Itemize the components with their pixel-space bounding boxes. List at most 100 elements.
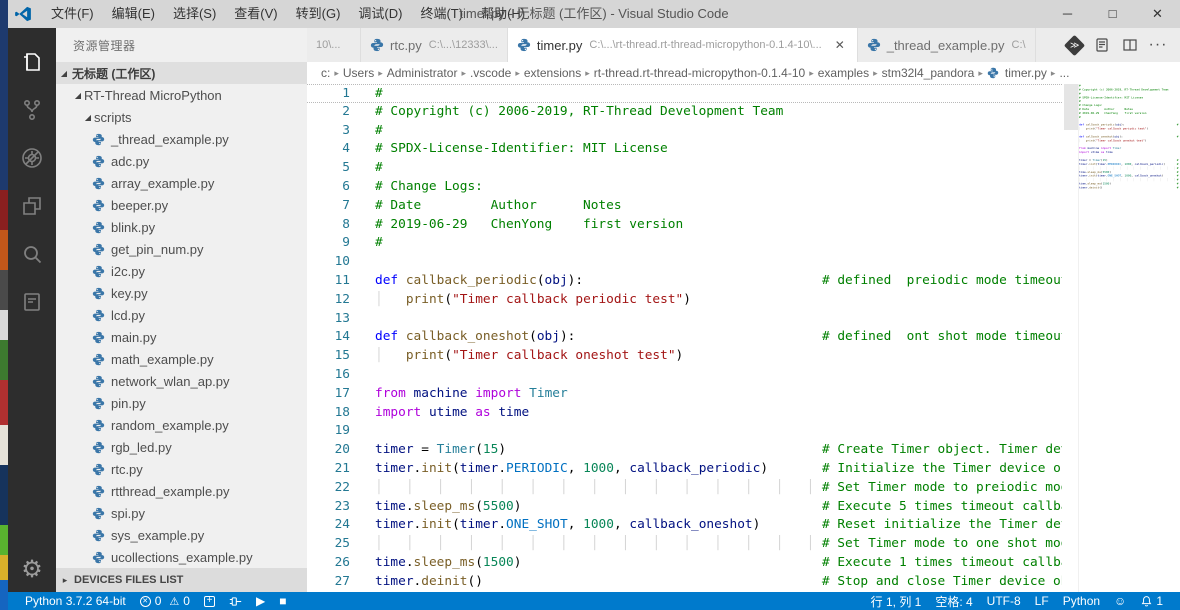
explorer-icon[interactable] (8, 38, 56, 86)
menu-item[interactable]: 转到(G) (287, 0, 350, 28)
preview-icon[interactable] (1088, 31, 1116, 59)
line-number: 6 (342, 178, 350, 194)
tree-file[interactable]: rgb_led.py (56, 436, 307, 458)
feedback-smiley-icon[interactable]: ☺ (1107, 592, 1133, 610)
rt-thread-view-icon[interactable] (8, 278, 56, 326)
minimize-button[interactable]: ─ (1045, 0, 1090, 28)
tree-file[interactable]: adc.py (56, 150, 307, 172)
python-file-icon (92, 551, 105, 563)
tree-file[interactable]: rtc.py (56, 458, 307, 480)
extensions-icon[interactable] (8, 182, 56, 230)
tree-file[interactable]: key.py (56, 282, 307, 304)
chevron-right-icon: ▸ (873, 67, 878, 78)
notifications-bell[interactable]: 1 (1133, 592, 1170, 610)
line-number: 17 (334, 385, 350, 401)
maximize-button[interactable]: □ (1090, 0, 1135, 28)
tree-file[interactable]: array_example.py (56, 172, 307, 194)
tree-file[interactable]: pin.py (56, 392, 307, 414)
source-control-icon[interactable] (8, 86, 56, 134)
menu-item[interactable]: 选择(S) (164, 0, 225, 28)
menu-item[interactable]: 编辑(E) (103, 0, 164, 28)
breadcrumb-tail[interactable]: ... (1057, 66, 1071, 80)
eol-sequence[interactable]: LF (1028, 592, 1056, 610)
code-line: 18 import utime as time (307, 404, 1062, 423)
chevron-collapsed-icon: ▸ (62, 574, 68, 585)
tree-file[interactable]: beeper.py (56, 194, 307, 216)
breadcrumb-item[interactable]: Administrator (385, 66, 460, 80)
line-number: 1 (342, 86, 350, 101)
code-line: 14 def callback_oneshot(obj): # defined o… (307, 328, 1062, 347)
warnings-count: 0 (183, 594, 190, 608)
tree-folder[interactable]: ◢ RT-Thread MicroPython (56, 84, 307, 106)
breadcrumb-item[interactable]: rt-thread.rt-thread-micropython-0.1.4-10 (592, 66, 807, 80)
tree-file[interactable]: lcd.py (56, 304, 307, 326)
menu-item[interactable]: 调试(D) (349, 0, 411, 28)
search-icon[interactable] (8, 230, 56, 278)
cursor-position[interactable]: 行 1, 列 1 (864, 592, 929, 610)
more-actions-icon[interactable]: ··· (1144, 31, 1172, 59)
tree-folder[interactable]: ◢ scripts (56, 106, 307, 128)
code-line: 13 (307, 310, 1062, 329)
tree-file[interactable]: i2c.py (56, 260, 307, 282)
editor-scrollbar[interactable] (1064, 84, 1078, 130)
encoding[interactable]: UTF-8 (980, 592, 1028, 610)
python-file-icon (92, 177, 105, 189)
tree-file[interactable]: get_pin_num.py (56, 238, 307, 260)
run-icon[interactable]: ▶ (249, 592, 272, 610)
breadcrumb-item[interactable]: .vscode (468, 66, 513, 80)
devices-section-header[interactable]: ▸ DEVICES FILES LIST (56, 568, 307, 592)
code-editor[interactable]: 1 #2 # Copyright (c) 2006-2019, RT-Thread … (307, 84, 1180, 592)
gear-icon[interactable]: ⚙ (8, 555, 56, 584)
breadcrumb-item[interactable]: examples (816, 66, 871, 80)
line-number: 18 (334, 404, 350, 420)
desktop-fragment (0, 425, 8, 465)
tree-file[interactable]: sys_example.py (56, 524, 307, 546)
tree-file[interactable]: network_wlan_ap.py (56, 370, 307, 392)
language-mode[interactable]: Python (1056, 592, 1107, 610)
tree-file[interactable]: main.py (56, 326, 307, 348)
python-file-icon (92, 353, 105, 365)
debug-icon[interactable] (8, 134, 56, 182)
code-line: 19 (307, 422, 1062, 441)
rt-thread-run-icon[interactable]: ≫ (1060, 31, 1088, 59)
tab-rtc.py[interactable]: rtc.py C:\...\12333\... (361, 28, 508, 62)
code-line: 4 # SPDX-License-Identifier: MIT License (307, 140, 1062, 159)
desktop-fragment (0, 310, 8, 340)
menu-item[interactable]: 文件(F) (42, 0, 103, 28)
minimap[interactable]: # # Copyright (c) 2006-2019, RT-Thread De… (1078, 84, 1180, 592)
menu-item[interactable]: 查看(V) (225, 0, 286, 28)
breadcrumb-item[interactable]: Users (341, 66, 376, 80)
breadcrumb-file[interactable]: timer.py (1003, 66, 1049, 80)
code-line: 1 # (307, 84, 1062, 103)
indentation[interactable]: 空格: 4 (928, 592, 979, 610)
tree-file[interactable]: rtthread_example.py (56, 480, 307, 502)
desktop-fragment (0, 230, 8, 270)
python-interpreter[interactable]: Python 3.7.2 64-bit (18, 592, 133, 610)
download-icon[interactable]: + (197, 592, 222, 610)
tree-file[interactable]: ucollections_example.py (56, 546, 307, 568)
close-button[interactable]: ✕ (1135, 0, 1180, 28)
python-file-icon (92, 397, 105, 409)
tab-10...[interactable]: 10\... (307, 28, 361, 62)
breadcrumb-item[interactable]: c: (319, 66, 332, 80)
split-editor-icon[interactable] (1116, 31, 1144, 59)
chevron-right-icon: ▸ (461, 67, 466, 78)
chevron-right-icon: ▸ (809, 67, 814, 78)
tab-timer.py[interactable]: timer.py C:\...\rt-thread.rt-thread-micro… (507, 28, 858, 62)
close-tab-icon[interactable]: ✕ (832, 38, 848, 52)
tree-file[interactable]: blink.py (56, 216, 307, 238)
stop-icon[interactable]: ■ (272, 592, 293, 610)
desktop-fragment (0, 380, 8, 425)
workspace-section-header[interactable]: ◢ 无标题 (工作区) (56, 62, 307, 84)
tree-file[interactable]: random_example.py (56, 414, 307, 436)
breadcrumb-item[interactable]: extensions (522, 66, 583, 80)
connect-icon[interactable] (222, 592, 249, 610)
python-file-icon (92, 419, 105, 431)
tree-file[interactable]: math_example.py (56, 348, 307, 370)
notifications-count: 1 (1156, 594, 1163, 608)
problems-indicator[interactable]: ✕ 0 ⚠ 0 (133, 592, 197, 610)
breadcrumb-item[interactable]: stm32l4_pandora (880, 66, 977, 80)
tree-file[interactable]: spi.py (56, 502, 307, 524)
tab-_thread_example.py[interactable]: _thread_example.py C:\ (857, 28, 1036, 62)
tree-file[interactable]: _thread_example.py (56, 128, 307, 150)
